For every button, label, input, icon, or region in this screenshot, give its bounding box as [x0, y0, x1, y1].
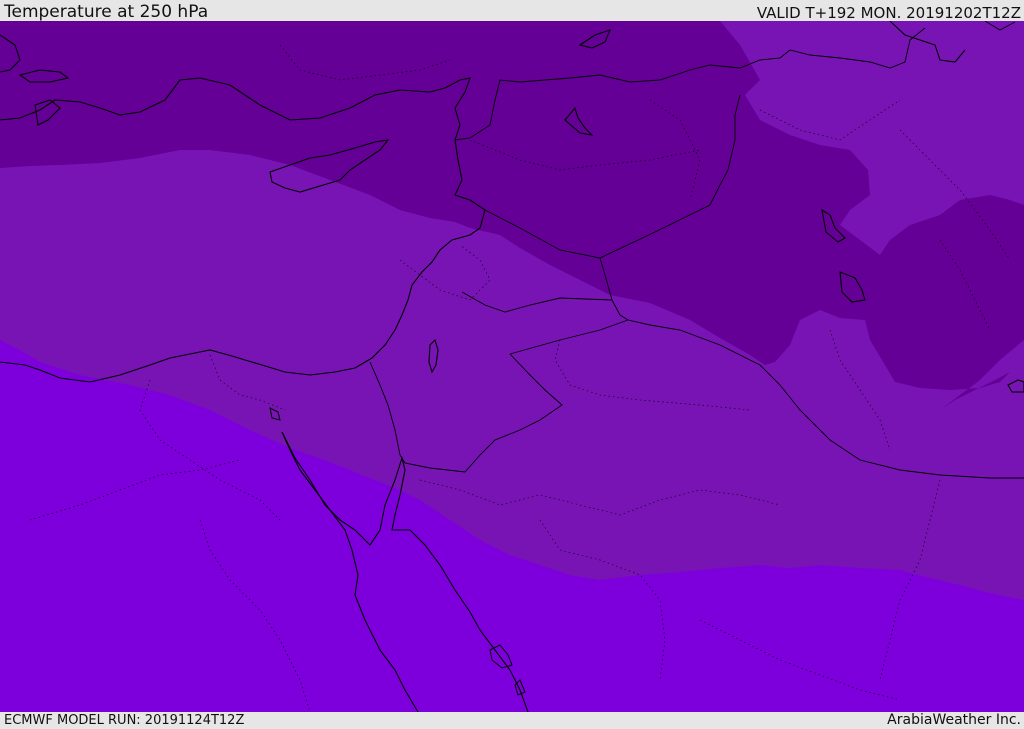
map-title: Temperature at 250 hPa	[4, 2, 209, 22]
valid-time: VALID T+192 MON. 20191202T12Z	[756, 4, 1021, 22]
footer-bar: ECMWF MODEL RUN: 20191124T12Z ArabiaWeat…	[0, 712, 1024, 729]
model-run: ECMWF MODEL RUN: 20191124T12Z	[4, 713, 245, 728]
temperature-map[interactable]	[0, 21, 1024, 712]
header-bar: Temperature at 250 hPa VALID T+192 MON. …	[0, 0, 1024, 21]
credit-label: ArabiaWeather Inc.	[887, 712, 1021, 728]
